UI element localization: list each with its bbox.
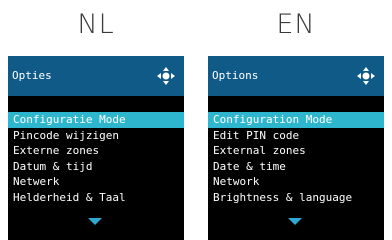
dpad-icon[interactable] bbox=[156, 66, 176, 86]
menu-item-edit-pin[interactable]: Edit PIN code bbox=[208, 128, 384, 144]
menu-item-network[interactable]: Network bbox=[208, 174, 384, 190]
menu-item-configuration-mode[interactable]: Configuration Mode bbox=[208, 112, 384, 128]
menu-list: Configuratie Mode Pincode wijzigen Exter… bbox=[8, 112, 184, 205]
dpad-icon[interactable] bbox=[356, 66, 376, 86]
menu-item-date-time[interactable]: Date & time bbox=[208, 159, 384, 175]
menu-item-date-time[interactable]: Datum & tijd bbox=[8, 159, 184, 175]
screen-en: Options Configuration Mode Edit PIN code… bbox=[208, 56, 384, 240]
menu-item-edit-pin[interactable]: Pincode wijzigen bbox=[8, 128, 184, 144]
down-arrow-icon[interactable] bbox=[88, 218, 102, 225]
language-label-nl: NL bbox=[77, 9, 115, 40]
menu-item-external-zones[interactable]: Externe zones bbox=[8, 143, 184, 159]
menu-list: Configuration Mode Edit PIN code Externa… bbox=[208, 112, 384, 205]
menu-item-brightness-language[interactable]: Helderheid & Taal bbox=[8, 190, 184, 206]
menu-item-external-zones[interactable]: External zones bbox=[208, 143, 384, 159]
menu-item-brightness-language[interactable]: Brightness & language bbox=[208, 190, 384, 206]
screen-title: Opties bbox=[12, 69, 52, 82]
header-bar: Opties bbox=[8, 56, 184, 96]
screen-title: Options bbox=[212, 69, 259, 82]
screen-nl: Opties Configuratie Mode Pincode wijzige… bbox=[8, 56, 184, 240]
language-label-en: EN bbox=[276, 9, 316, 40]
header-bar: Options bbox=[208, 56, 384, 96]
menu-item-configuration-mode[interactable]: Configuratie Mode bbox=[8, 112, 184, 128]
menu-item-network[interactable]: Netwerk bbox=[8, 174, 184, 190]
down-arrow-icon[interactable] bbox=[288, 218, 302, 225]
